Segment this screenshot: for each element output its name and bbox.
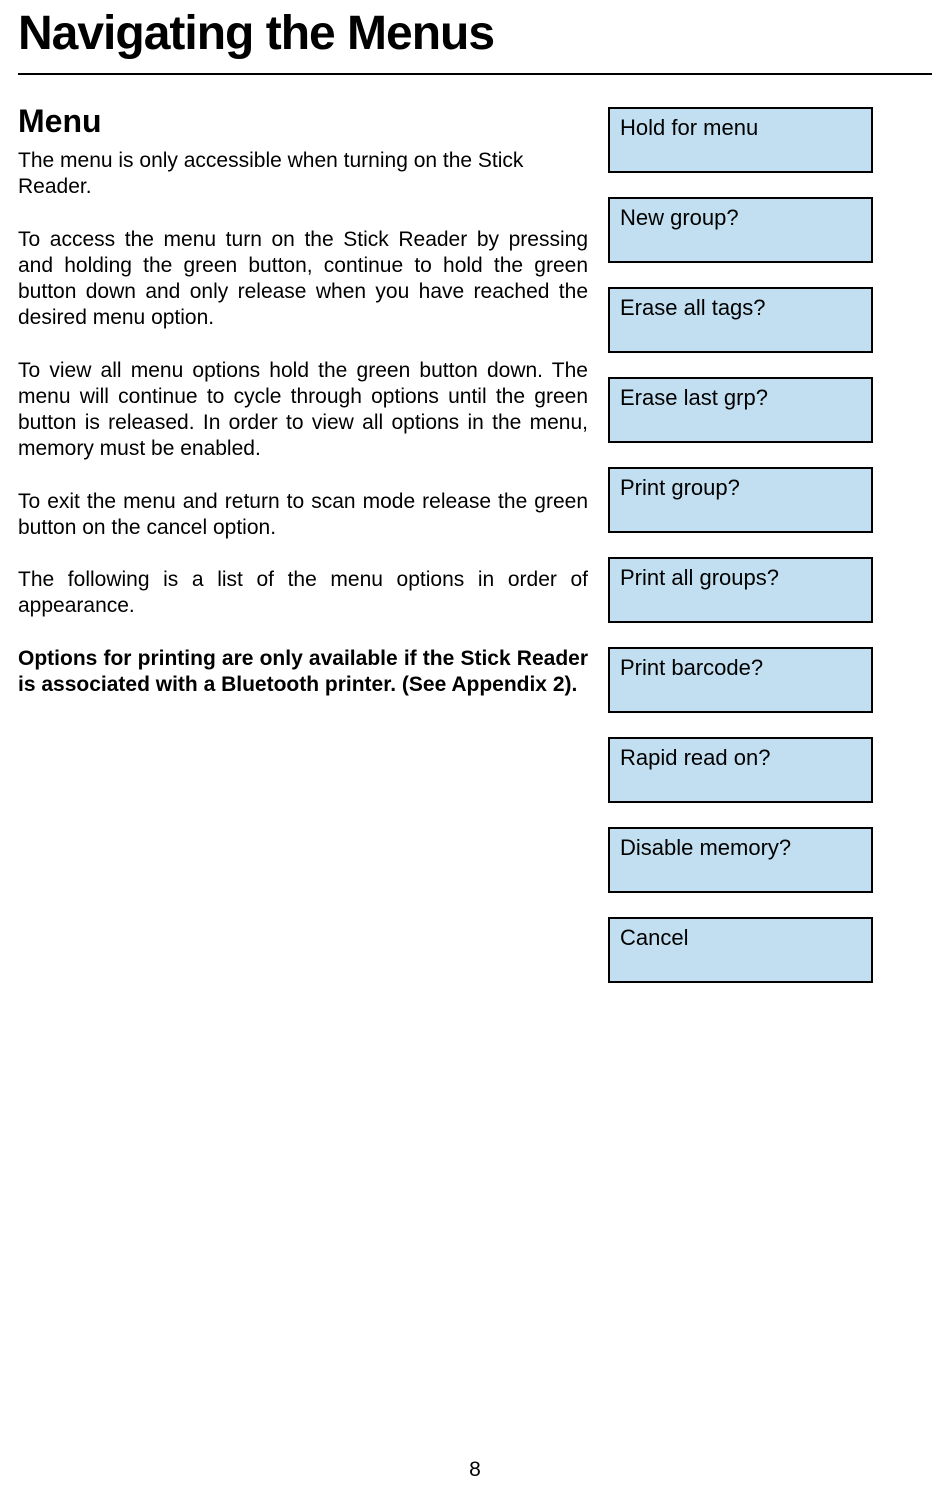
menu-item-print-all: Print all groups?	[608, 557, 873, 623]
paragraph-5: The following is a list of the menu opti…	[18, 567, 588, 620]
menu-item-hold: Hold for menu	[608, 107, 873, 173]
content-row: Menu The menu is only accessible when tu…	[18, 103, 932, 1007]
title-divider	[18, 73, 932, 75]
paragraph-4: To exit the menu and return to scan mode…	[18, 489, 588, 542]
menu-item-erase-last: Erase last grp?	[608, 377, 873, 443]
paragraph-6: Options for printing are only available …	[18, 646, 588, 699]
menu-column: Hold for menu New group? Erase all tags?…	[608, 103, 878, 1007]
paragraph-1: The menu is only accessible when turning…	[18, 148, 588, 201]
text-column: Menu The menu is only accessible when tu…	[18, 103, 588, 1007]
menu-item-cancel: Cancel	[608, 917, 873, 983]
menu-item-new-group: New group?	[608, 197, 873, 263]
paragraph-3: To view all menu options hold the green …	[18, 358, 588, 463]
page-title: Navigating the Menus	[18, 0, 932, 73]
menu-item-print-barcode: Print barcode?	[608, 647, 873, 713]
menu-item-print-group: Print group?	[608, 467, 873, 533]
page-number: 8	[0, 1458, 950, 1482]
menu-item-erase-all: Erase all tags?	[608, 287, 873, 353]
menu-item-disable-memory: Disable memory?	[608, 827, 873, 893]
paragraph-2: To access the menu turn on the Stick Rea…	[18, 227, 588, 332]
section-heading: Menu	[18, 103, 588, 140]
menu-item-rapid-read: Rapid read on?	[608, 737, 873, 803]
